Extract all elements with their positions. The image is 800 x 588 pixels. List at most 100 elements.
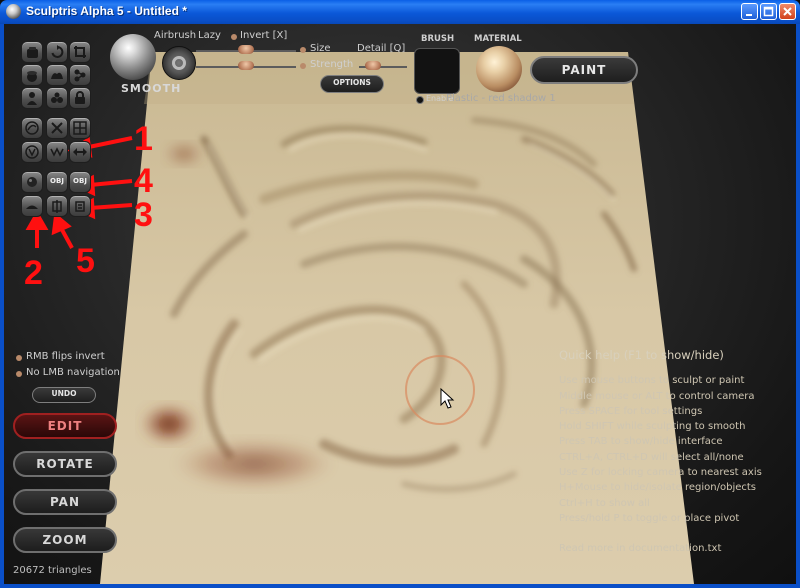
rotate-tool-button[interactable] (46, 41, 68, 63)
rotate-button[interactable]: ROTATE (13, 451, 117, 477)
title-bar: Sculptris Alpha 5 - Untitled * (0, 0, 800, 24)
sculpt-viewport[interactable]: OBJ OBJ 1 4 3 2 5 SMOOTH Airbrush Lazy In… (4, 24, 796, 584)
rmb-flips-invert-option[interactable]: RMB flips invert (26, 351, 105, 362)
size-slider-knob[interactable] (238, 45, 254, 54)
blob-icon (51, 72, 63, 79)
quick-help-title: Quick help (F1 to show/hide) (559, 348, 724, 362)
plane-tool-button[interactable] (21, 195, 43, 217)
pan-button[interactable]: PAN (13, 489, 117, 515)
quick-help-line: Press SPACE for tool settings (559, 405, 703, 417)
enable-checkbox[interactable] (416, 96, 424, 104)
lazy-toggle[interactable]: Lazy (198, 30, 221, 41)
strength-indicator (300, 63, 306, 69)
rotate-icon (51, 45, 64, 58)
brush-preview-ball[interactable] (110, 34, 156, 80)
cross-tool-button[interactable] (46, 117, 68, 139)
close-button[interactable] (779, 3, 796, 20)
quick-help-line: Hold SHIFT while sculpting to smooth (559, 421, 746, 433)
quick-help-line: H+Mouse to hide/isolate region/objects (559, 482, 757, 494)
size-label: Size (310, 43, 331, 54)
wave-icon (50, 147, 64, 157)
rmb-flips-indicator (16, 355, 22, 361)
maximize-button[interactable] (760, 3, 777, 20)
detail-label: Detail [Q] (357, 43, 406, 54)
window-frame-bottom (0, 584, 800, 588)
arrows-icon (73, 148, 87, 156)
ball-icon (27, 177, 37, 187)
molecule-tool-button[interactable] (69, 64, 91, 86)
ball-tool-button[interactable] (21, 171, 43, 193)
crop-icon (74, 46, 86, 58)
curve-tool-button[interactable] (21, 117, 43, 139)
window-title: Sculptris Alpha 5 - Untitled * (26, 4, 187, 18)
grid-tool-button[interactable] (69, 117, 91, 139)
obj-import-tool-button[interactable]: OBJ (46, 171, 68, 193)
annotation-5: 5 (76, 242, 95, 280)
paint-button[interactable]: PAINT (530, 56, 638, 84)
close-icon (783, 7, 792, 16)
symmetry-tool-button[interactable] (46, 195, 68, 217)
crop-tool-button[interactable] (69, 41, 91, 63)
twist-icon (25, 145, 39, 159)
symmetry-icon (52, 200, 62, 213)
curve-icon (25, 121, 39, 135)
minimize-button[interactable] (741, 3, 758, 20)
person-tool-button[interactable] (21, 87, 43, 109)
quick-help-panel: Quick help (F1 to show/hide) Use mouse b… (559, 348, 762, 557)
lock-tool-button[interactable] (69, 87, 91, 109)
quick-help-lines: Use mouse buttons to sculpt or paint Midd… (559, 373, 762, 526)
annotation-3: 3 (134, 196, 153, 234)
window-frame-right (796, 24, 800, 588)
invert-indicator (231, 34, 237, 40)
material-name: Plastic - red shadow 1 (446, 93, 556, 104)
edit-button[interactable]: EDIT (13, 413, 117, 439)
arrows-tool-button[interactable] (69, 141, 91, 163)
red-shadow-bottom (174, 439, 334, 489)
mirror-tool-button[interactable] (69, 195, 91, 217)
brush-mode-button[interactable] (162, 46, 196, 80)
bubbles-icon (51, 92, 63, 103)
options-button[interactable]: OPTIONS (320, 75, 384, 93)
molecule-icon (74, 69, 86, 82)
red-shadow-top (164, 142, 204, 166)
sphere-icon (27, 71, 37, 82)
invert-toggle[interactable]: Invert [X] (240, 30, 287, 41)
person-icon (27, 92, 37, 105)
quick-help-line: Press TAB to show/hide interface (559, 436, 723, 448)
twist-tool-button[interactable] (21, 141, 43, 163)
quick-help-line: Use mouse buttons to sculpt or paint (559, 375, 745, 387)
maximize-icon (763, 6, 774, 17)
no-lmb-navigation-option[interactable]: No LMB navigation (26, 367, 120, 378)
minimize-icon (746, 14, 752, 16)
red-shadow-left (141, 404, 197, 444)
annotation-4: 4 (134, 162, 153, 200)
obj-export-tool-button[interactable]: OBJ (69, 171, 91, 193)
bubbles-tool-button[interactable] (46, 87, 68, 109)
wave-tool-button[interactable] (46, 141, 68, 163)
detail-slider-knob[interactable] (365, 61, 382, 70)
plane-icon (26, 205, 38, 209)
blob-tool-button[interactable] (46, 64, 68, 86)
strength-slider-knob[interactable] (238, 61, 254, 70)
grid-icon (73, 121, 87, 135)
cube-tool-button[interactable] (21, 41, 43, 63)
brush-texture-slot[interactable] (414, 48, 460, 94)
lock-icon (75, 91, 85, 104)
annotation-2: 2 (24, 254, 43, 292)
sphere-tool-button[interactable] (21, 64, 43, 86)
material-preview[interactable] (476, 46, 522, 92)
strength-label: Strength (310, 59, 354, 70)
no-lmb-indicator (16, 371, 22, 377)
brush-title: BRUSH (421, 34, 455, 44)
size-indicator (300, 47, 306, 53)
quick-help-line: Press/hold P to toggle or place pivot (559, 512, 740, 524)
brush-name: SMOOTH (121, 82, 182, 95)
app-icon (6, 4, 21, 19)
airbrush-toggle[interactable]: Airbrush (154, 30, 196, 41)
annotation-1: 1 (134, 120, 153, 158)
zoom-button[interactable]: ZOOM (13, 527, 117, 553)
mirror-icon (75, 201, 85, 212)
undo-button[interactable]: UNDO (32, 387, 96, 403)
quick-help-line: Use Z for locking camera to nearest axis (559, 467, 762, 479)
tool-label: OBJ (50, 177, 64, 185)
